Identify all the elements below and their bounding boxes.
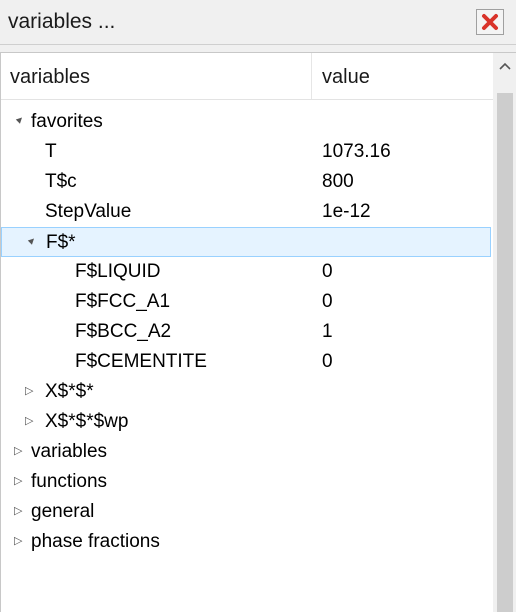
tree-row[interactable]: F$LIQUID 0	[1, 257, 493, 287]
tree-row-name: F$LIQUID	[75, 261, 161, 282]
tree-row[interactable]: F$CEMENTITE 0	[1, 347, 493, 377]
tree-row-name: variables	[31, 441, 108, 462]
tree-row[interactable]: F$FCC_A1 0	[1, 287, 493, 317]
tree-row[interactable]: F$BCC_A2 1	[1, 317, 493, 347]
tree-row[interactable]: T 1073.16	[1, 137, 493, 167]
tree-row[interactable]: ▲ F$*	[1, 227, 491, 257]
tree-row-value: 0	[322, 261, 333, 282]
tree-row[interactable]: ▷ X$*$*$wp	[1, 407, 493, 437]
tree-row-name: general	[31, 501, 95, 522]
column-header-value[interactable]: value	[322, 66, 370, 89]
title-bar: variables ...	[0, 0, 516, 45]
tree-row-name: functions	[31, 471, 108, 492]
scroll-up-button[interactable]	[493, 53, 516, 93]
tree-row-value: 1073.16	[322, 141, 391, 162]
tree-row[interactable]: T$c 800	[1, 167, 493, 197]
tree-row[interactable]: ▷ X$*$*	[1, 377, 493, 407]
scroll-thumb[interactable]	[497, 93, 513, 612]
close-icon	[482, 14, 498, 30]
tree-row-name: X$*$*$wp	[45, 411, 129, 432]
tree-row-name: F$BCC_A2	[75, 321, 172, 342]
tree-row[interactable]: ▷ variables	[1, 437, 493, 467]
tree-row-name: favorites	[31, 111, 103, 132]
expand-triangle-icon[interactable]: ▷	[14, 445, 26, 457]
tree-row-name: T$c	[45, 171, 77, 192]
tree-row[interactable]: ▷ phase fractions	[1, 527, 493, 557]
tree-row-value: 1	[322, 321, 333, 342]
tree-row[interactable]: ▲ favorites	[1, 107, 493, 137]
close-button[interactable]	[476, 9, 504, 35]
column-header: variables value	[1, 53, 493, 100]
tree-row-value: 800	[322, 171, 354, 192]
tree-row-name: F$CEMENTITE	[75, 351, 207, 372]
expand-triangle-icon[interactable]: ▷	[14, 505, 26, 517]
tree-row-name: X$*$*	[45, 381, 94, 402]
tree-row[interactable]: StepValue 1e-12	[1, 197, 493, 227]
chevron-up-icon	[499, 62, 511, 70]
expand-triangle-icon[interactable]: ▷	[14, 475, 26, 487]
tree-row-value: 1e-12	[322, 201, 371, 222]
expand-triangle-icon[interactable]: ▷	[25, 415, 37, 427]
collapse-triangle-icon[interactable]: ▲	[12, 113, 29, 130]
tree-row-name: phase fractions	[31, 531, 160, 552]
column-divider[interactable]	[311, 53, 312, 99]
expand-triangle-icon[interactable]: ▷	[14, 535, 26, 547]
tree-row-value: 0	[322, 351, 333, 372]
column-header-variables[interactable]: variables	[10, 66, 90, 89]
expand-triangle-icon[interactable]: ▷	[25, 385, 37, 397]
vertical-scrollbar[interactable]	[493, 53, 516, 612]
tree-row[interactable]: ▷ general	[1, 497, 493, 527]
collapse-triangle-icon[interactable]: ▲	[24, 234, 41, 251]
tree-row[interactable]: ▷ functions	[1, 467, 493, 497]
tree-row-value: 0	[322, 291, 333, 312]
variables-panel: variables value ▲ favorites T 1073.16 T$c 800…	[0, 52, 516, 612]
tree-row-name: StepValue	[45, 201, 132, 222]
tree-row-name: F$FCC_A1	[75, 291, 171, 312]
tree-row-name: T	[45, 141, 57, 162]
window-title: variables ...	[8, 10, 116, 33]
tree-row-name: F$*	[46, 232, 76, 253]
